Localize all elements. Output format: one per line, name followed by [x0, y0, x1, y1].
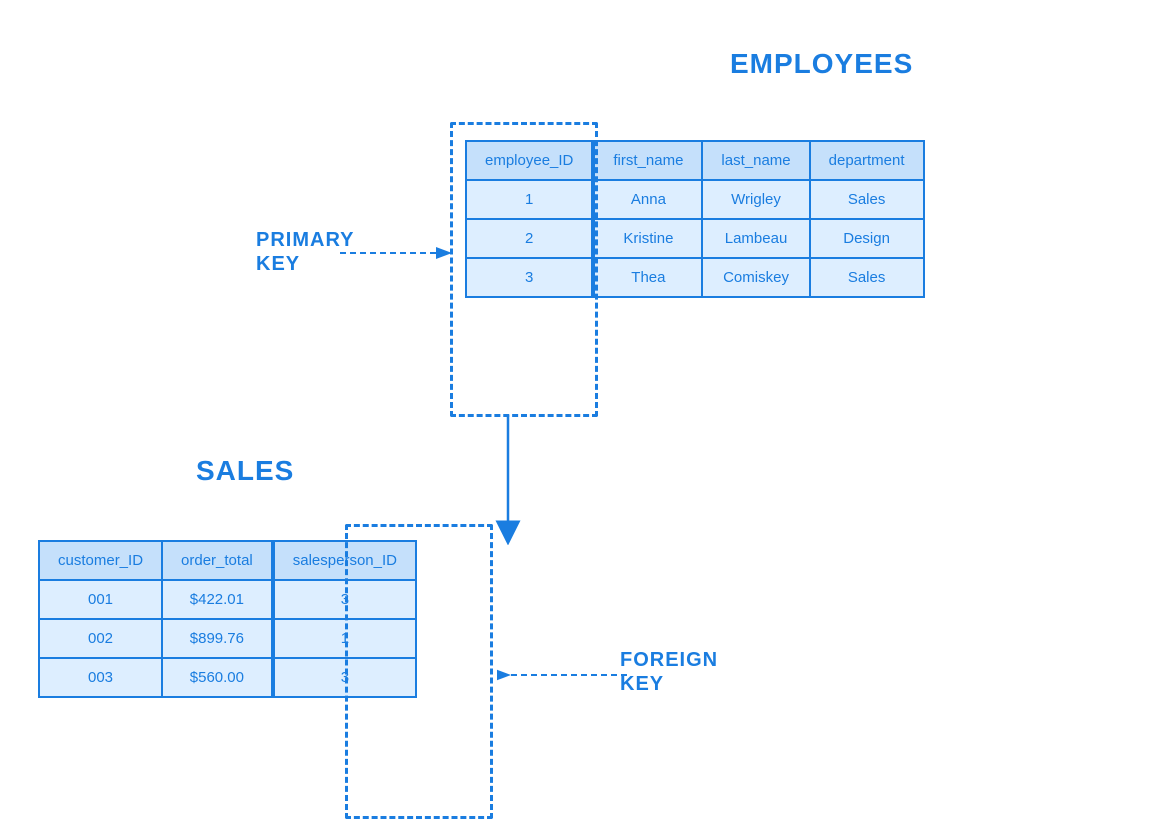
emp-r3-last: Comiskey	[702, 258, 809, 297]
primary-key-label: PRIMARY KEY	[256, 228, 354, 276]
sales-table: customer_ID order_total salesperson_ID 0…	[38, 540, 417, 698]
sales-r1-total: $422.01	[162, 580, 273, 619]
sales-col-order-total: order_total	[162, 541, 273, 580]
emp-col-department: department	[810, 141, 924, 180]
sales-r3-sid: 3	[273, 658, 416, 697]
sales-col-customer-id: customer_ID	[39, 541, 162, 580]
sales-col-salesperson-id: salesperson_ID	[273, 541, 416, 580]
sales-r3-cid: 003	[39, 658, 162, 697]
emp-r3-id: 3	[466, 258, 593, 297]
sales-r1-cid: 001	[39, 580, 162, 619]
emp-r2-first: Kristine	[593, 219, 702, 258]
emp-r1-first: Anna	[593, 180, 702, 219]
emp-row-3: 3 Thea Comiskey Sales	[466, 258, 924, 297]
sales-row-2: 002 $899.76 1	[39, 619, 416, 658]
sales-r3-total: $560.00	[162, 658, 273, 697]
emp-r3-dept: Sales	[810, 258, 924, 297]
sales-r2-total: $899.76	[162, 619, 273, 658]
sales-r1-sid: 3	[273, 580, 416, 619]
emp-r1-id: 1	[466, 180, 593, 219]
foreign-key-arrow	[497, 660, 627, 690]
emp-col-employee-id: employee_ID	[466, 141, 593, 180]
emp-col-last-name: last_name	[702, 141, 809, 180]
sales-row-1: 001 $422.01 3	[39, 580, 416, 619]
emp-r1-dept: Sales	[810, 180, 924, 219]
emp-r3-first: Thea	[593, 258, 702, 297]
employees-table-title: EMPLOYEES	[730, 48, 913, 80]
emp-row-1: 1 Anna Wrigley Sales	[466, 180, 924, 219]
diagram-container: EMPLOYEES employee_ID first_name last_na…	[0, 0, 1160, 840]
primary-key-arrow	[340, 238, 460, 268]
emp-col-first-name: first_name	[593, 141, 702, 180]
sales-r2-sid: 1	[273, 619, 416, 658]
foreign-key-label: FOREIGN KEY	[620, 648, 718, 696]
emp-r1-last: Wrigley	[702, 180, 809, 219]
sales-r2-cid: 002	[39, 619, 162, 658]
emp-r2-last: Lambeau	[702, 219, 809, 258]
sales-table-title: SALES	[196, 455, 294, 487]
emp-r2-id: 2	[466, 219, 593, 258]
emp-row-2: 2 Kristine Lambeau Design	[466, 219, 924, 258]
sales-row-3: 003 $560.00 3	[39, 658, 416, 697]
emp-r2-dept: Design	[810, 219, 924, 258]
join-arrow	[468, 415, 548, 545]
employees-table: employee_ID first_name last_name departm…	[465, 140, 925, 298]
